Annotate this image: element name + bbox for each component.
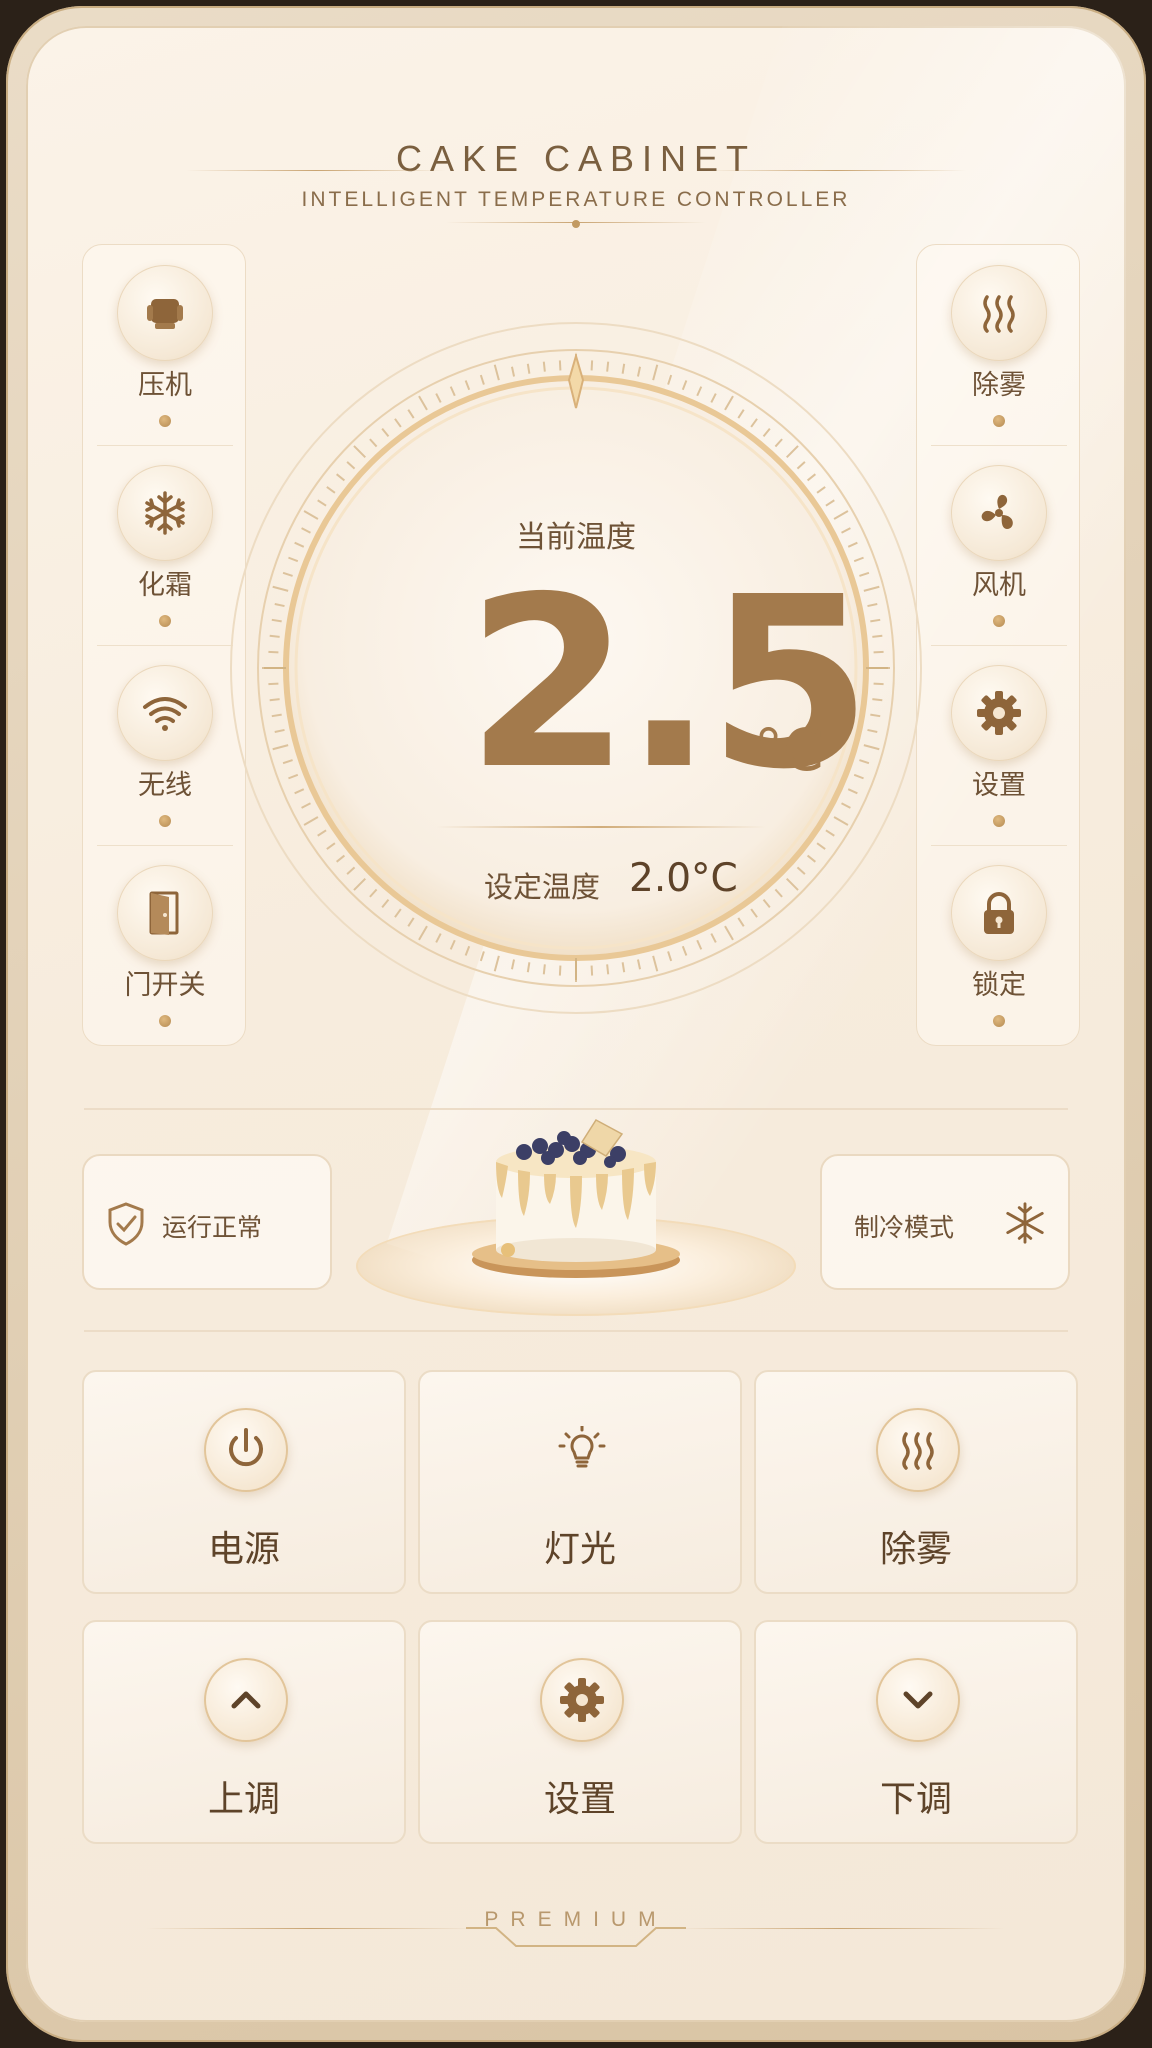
status-label: 压机 (138, 370, 192, 401)
status-compressor[interactable]: 压机 (83, 245, 247, 445)
light-bulb-icon (558, 1426, 606, 1468)
running-status-text: 运行正常 (162, 1213, 263, 1242)
footer-brand: PREMIUM (484, 1908, 668, 1931)
status-settings[interactable]: 设置 (917, 645, 1081, 845)
button-label: 设置 (543, 1779, 616, 1820)
temp-down-button[interactable]: 下调 (754, 1620, 1078, 1844)
running-status-card: 运行正常 (82, 1154, 332, 1290)
defog-icon (983, 295, 1015, 333)
button-label: 除雾 (879, 1529, 952, 1570)
defog-button[interactable]: 除雾 (754, 1370, 1078, 1594)
settings-button[interactable]: 设置 (418, 1620, 742, 1844)
right-status-panel: 除雾 风机 设置 锁定 (916, 244, 1080, 1046)
indicator-dot (159, 415, 171, 427)
button-label: 上调 (207, 1779, 280, 1820)
indicator-dot (159, 815, 171, 827)
set-temp-label: 设定温度 (484, 870, 601, 904)
button-label: 电源 (207, 1529, 280, 1570)
gear-icon (977, 691, 1021, 735)
set-temp-value: 2.0°C (629, 856, 738, 901)
device-frame: CAKE CABINET INTELLIGENT TEMPERATURE CON… (6, 6, 1146, 2042)
snowflake-icon (1006, 1202, 1044, 1244)
status-label: 化霜 (138, 570, 192, 601)
indicator-dot (993, 615, 1005, 627)
indicator-dot (993, 415, 1005, 427)
button-label: 灯光 (543, 1529, 616, 1570)
current-temp-unit: °C (754, 716, 824, 784)
status-label: 锁定 (972, 970, 1026, 1001)
button-label: 下调 (879, 1779, 952, 1820)
status-label: 设置 (972, 770, 1026, 801)
power-button[interactable]: 电源 (82, 1370, 406, 1594)
gear-icon (560, 1678, 604, 1722)
compressor-icon (147, 299, 183, 329)
lock-icon (984, 892, 1014, 934)
indicator-dot (159, 615, 171, 627)
power-icon (229, 1428, 263, 1467)
temp-up-button[interactable]: 上调 (82, 1620, 406, 1844)
status-label: 除雾 (972, 370, 1026, 401)
chevron-down-icon (903, 1691, 933, 1709)
indicator-dot (993, 815, 1005, 827)
shield-check-icon (108, 1202, 144, 1246)
app-title: CAKE CABINET (395, 138, 757, 179)
mode-status-card: 制冷模式 (820, 1154, 1070, 1290)
status-label: 门开关 (124, 970, 206, 1001)
header-ornament (572, 220, 580, 228)
status-lock[interactable]: 锁定 (917, 845, 1081, 1045)
door-icon (149, 891, 179, 935)
left-status-panel: 压机 化霜 无线 门开关 (82, 244, 246, 1046)
chevron-up-icon (231, 1691, 261, 1709)
defog-icon (902, 1432, 934, 1470)
screen: CAKE CABINET INTELLIGENT TEMPERATURE CON… (26, 26, 1126, 2022)
indicator-dot (159, 1015, 171, 1027)
cake-image (472, 1119, 680, 1278)
mode-status-text: 制冷模式 (854, 1213, 955, 1242)
indicator-dot (993, 1015, 1005, 1027)
status-label: 无线 (138, 770, 192, 801)
status-defog[interactable]: 除雾 (917, 245, 1081, 445)
status-door[interactable]: 门开关 (83, 845, 247, 1045)
status-wireless[interactable]: 无线 (83, 645, 247, 845)
light-button[interactable]: 灯光 (418, 1370, 742, 1594)
wifi-icon (143, 697, 187, 731)
app-subtitle: INTELLIGENT TEMPERATURE CONTROLLER (301, 188, 851, 211)
status-label: 风机 (972, 570, 1026, 601)
